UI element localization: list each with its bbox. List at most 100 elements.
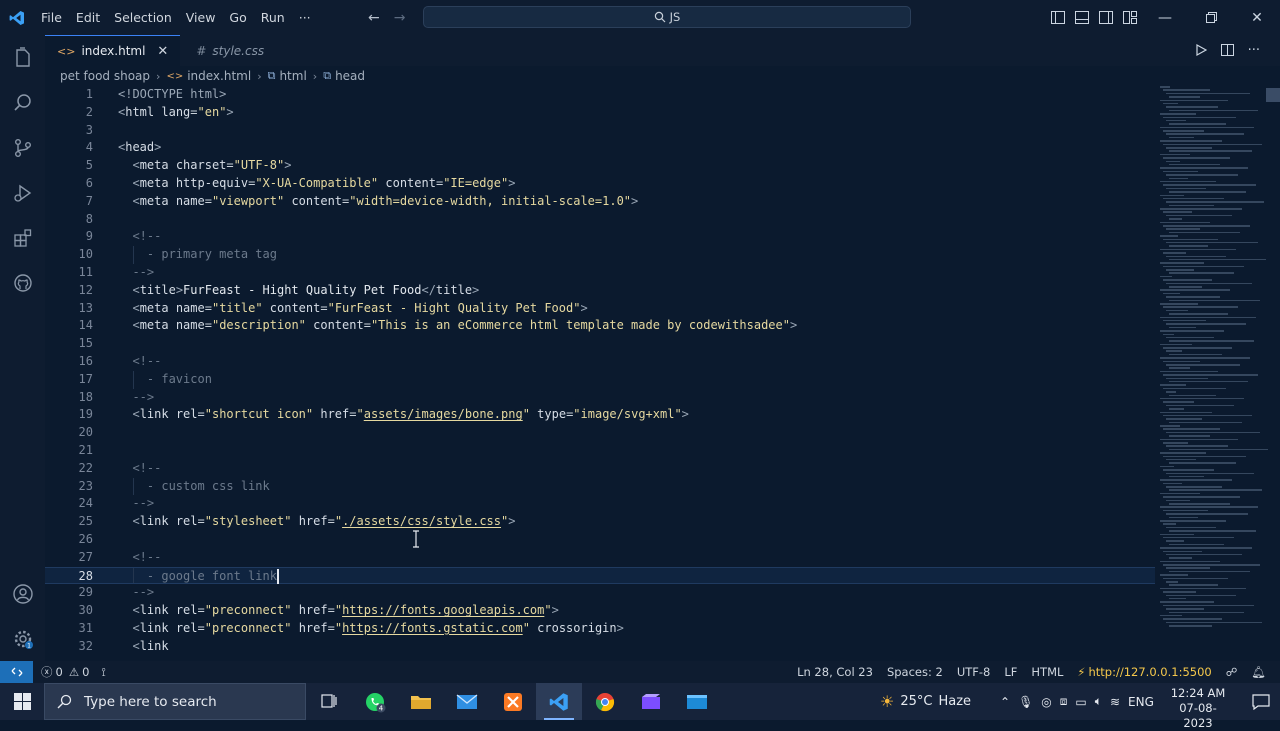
windows-start-icon[interactable] xyxy=(0,683,44,720)
weather-widget[interactable]: ☀ 25°C Haze xyxy=(880,683,971,720)
code-line[interactable]: 18 --> xyxy=(45,389,1155,407)
code-line[interactable]: 20 xyxy=(45,424,1155,442)
code-line[interactable]: 26 xyxy=(45,531,1155,549)
task-view-icon[interactable] xyxy=(306,683,352,720)
code-line[interactable]: 14 <meta name="description" content="Thi… xyxy=(45,317,1155,335)
battery-icon[interactable]: ▭ xyxy=(1075,695,1086,709)
code-line[interactable]: 5 <meta charset="UTF-8"> xyxy=(45,157,1155,175)
tab-style-css[interactable]: # style.css xyxy=(180,35,276,66)
chevron-up-icon[interactable]: ⌃ xyxy=(1000,695,1010,709)
notifications-bell-icon[interactable]: 🔔︎ xyxy=(1245,665,1272,679)
mail-icon[interactable] xyxy=(444,683,490,720)
code-line[interactable]: 17 - favicon xyxy=(45,370,1155,389)
menu-item-selection[interactable]: Selection xyxy=(107,0,179,35)
toggle-secondary-sidebar-icon[interactable] xyxy=(1094,0,1118,35)
wifi-icon[interactable]: ≋ xyxy=(1110,695,1120,709)
code-line[interactable]: 30 <link rel="preconnect" href="https://… xyxy=(45,602,1155,620)
restore-button[interactable] xyxy=(1188,0,1234,35)
end-of-line[interactable]: LF xyxy=(998,665,1023,679)
input-language[interactable]: ENG xyxy=(1128,695,1154,709)
language-mode[interactable]: HTML xyxy=(1025,665,1069,679)
close-tab-icon[interactable]: ✕ xyxy=(157,44,168,59)
app-window-icon[interactable] xyxy=(674,683,720,720)
code-line[interactable]: 8 xyxy=(45,211,1155,229)
code-line[interactable]: 1 <!DOCTYPE html> xyxy=(45,86,1155,104)
vscode-taskbar-icon[interactable] xyxy=(536,683,582,720)
tray-app-icon[interactable]: ⧈ xyxy=(1060,694,1068,709)
menu-item-file[interactable]: File xyxy=(34,0,69,35)
code-line[interactable]: 16 <!-- xyxy=(45,353,1155,371)
toggle-sidebar-icon[interactable] xyxy=(1046,0,1070,35)
breadcrumb-html[interactable]: html xyxy=(279,69,306,83)
code-line[interactable]: 12 <title>FurFeast - Hight Quality Pet F… xyxy=(45,282,1155,300)
indentation[interactable]: Spaces: 2 xyxy=(881,665,949,679)
code-line[interactable]: 25 <link rel="stylesheet" href="./assets… xyxy=(45,513,1155,531)
video-editor-icon[interactable] xyxy=(628,683,674,720)
code-line[interactable]: 23 - custom css link xyxy=(45,477,1155,496)
github-icon[interactable] xyxy=(0,260,45,305)
menu-item-view[interactable]: View xyxy=(179,0,223,35)
code-line[interactable]: 9 <!-- xyxy=(45,228,1155,246)
remote-indicator-icon[interactable] xyxy=(0,661,33,683)
code-line[interactable]: 3 xyxy=(45,122,1155,140)
feedback-icon[interactable]: ☍ xyxy=(1220,665,1244,679)
source-control-icon[interactable] xyxy=(0,125,45,170)
menu-item-run[interactable]: Run xyxy=(254,0,292,35)
code-line[interactable]: 13 <meta name="title" content="FurFeast … xyxy=(45,300,1155,318)
extensions-icon[interactable] xyxy=(0,215,45,260)
split-editor-icon[interactable] xyxy=(1220,41,1234,60)
code-line[interactable]: 31 <link rel="preconnect" href="https://… xyxy=(45,620,1155,638)
code-line[interactable]: 21 xyxy=(45,442,1155,460)
code-line[interactable]: 2 <html lang="en"> xyxy=(45,104,1155,122)
taskbar-search[interactable]: Type here to search xyxy=(44,683,306,720)
port-icon[interactable]: ⟟ xyxy=(95,665,111,680)
code-line[interactable]: 24 --> xyxy=(45,495,1155,513)
close-window-button[interactable]: ✕ xyxy=(1234,0,1280,35)
code-line[interactable]: 6 <meta http-equiv="X-UA-Compatible" con… xyxy=(45,175,1155,193)
encoding[interactable]: UTF-8 xyxy=(951,665,997,679)
microphone-icon[interactable]: 🎙︎ xyxy=(1018,695,1033,709)
scrollbar-thumb[interactable] xyxy=(1266,88,1280,102)
toggle-panel-icon[interactable] xyxy=(1070,0,1094,35)
code-line[interactable]: 10 - primary meta tag xyxy=(45,246,1155,264)
code-line[interactable]: 28 - google font link xyxy=(45,566,1155,585)
problems-indicator[interactable]: ⓧ 0 ⚠ 0 xyxy=(33,664,95,680)
file-explorer-icon[interactable] xyxy=(398,683,444,720)
xampp-icon[interactable] xyxy=(490,683,536,720)
more-actions-icon[interactable]: ··· xyxy=(1248,43,1260,58)
chrome-icon[interactable] xyxy=(582,683,628,720)
camera-icon[interactable]: ◎ xyxy=(1041,695,1051,709)
code-line[interactable]: 7 <meta name="viewport" content="width=d… xyxy=(45,193,1155,211)
minimap[interactable] xyxy=(1160,86,1268,660)
forward-arrow-icon[interactable]: → xyxy=(394,10,406,26)
code-line[interactable]: 29 --> xyxy=(45,584,1155,602)
customize-layout-icon[interactable] xyxy=(1118,0,1142,35)
volume-icon[interactable]: 🔈︎ xyxy=(1095,694,1102,709)
breadcrumb-head[interactable]: head xyxy=(335,69,365,83)
code-line[interactable]: 32 <link xyxy=(45,638,1155,656)
menu-item-go[interactable]: Go xyxy=(222,0,253,35)
code-line[interactable]: 22 <!-- xyxy=(45,460,1155,478)
menu-item-edit[interactable]: Edit xyxy=(69,0,107,35)
code-line[interactable]: 11 --> xyxy=(45,264,1155,282)
tab-index-html[interactable]: <> index.html ✕ xyxy=(45,35,181,66)
cursor-position[interactable]: Ln 28, Col 23 xyxy=(791,665,879,679)
breadcrumb-file[interactable]: index.html xyxy=(187,69,251,83)
search-icon[interactable] xyxy=(0,80,45,125)
code-line[interactable]: 15 xyxy=(45,335,1155,353)
live-server[interactable]: ⚡ http://127.0.0.1:5500 xyxy=(1071,665,1217,679)
run-icon[interactable] xyxy=(1195,41,1207,60)
run-debug-icon[interactable] xyxy=(0,170,45,215)
explorer-icon[interactable] xyxy=(0,35,45,80)
breadcrumb-folder[interactable]: pet food shoap xyxy=(60,69,150,83)
settings-gear-icon[interactable]: 1 xyxy=(0,616,45,661)
whatsapp-icon[interactable]: 4 xyxy=(352,683,398,720)
code-line[interactable]: 27 <!-- xyxy=(45,549,1155,567)
accounts-icon[interactable] xyxy=(0,571,45,616)
action-center-icon[interactable] xyxy=(1252,683,1270,720)
code-line[interactable]: 19 <link rel="shortcut icon" href="asset… xyxy=(45,406,1155,424)
code-editor[interactable]: 1 <!DOCTYPE html> 2 <html lang="en"> 3 4 <head… xyxy=(45,86,1155,660)
back-arrow-icon[interactable]: ← xyxy=(368,10,380,26)
menu-item-more[interactable]: ··· xyxy=(292,0,318,35)
minimize-button[interactable]: — xyxy=(1142,0,1188,35)
